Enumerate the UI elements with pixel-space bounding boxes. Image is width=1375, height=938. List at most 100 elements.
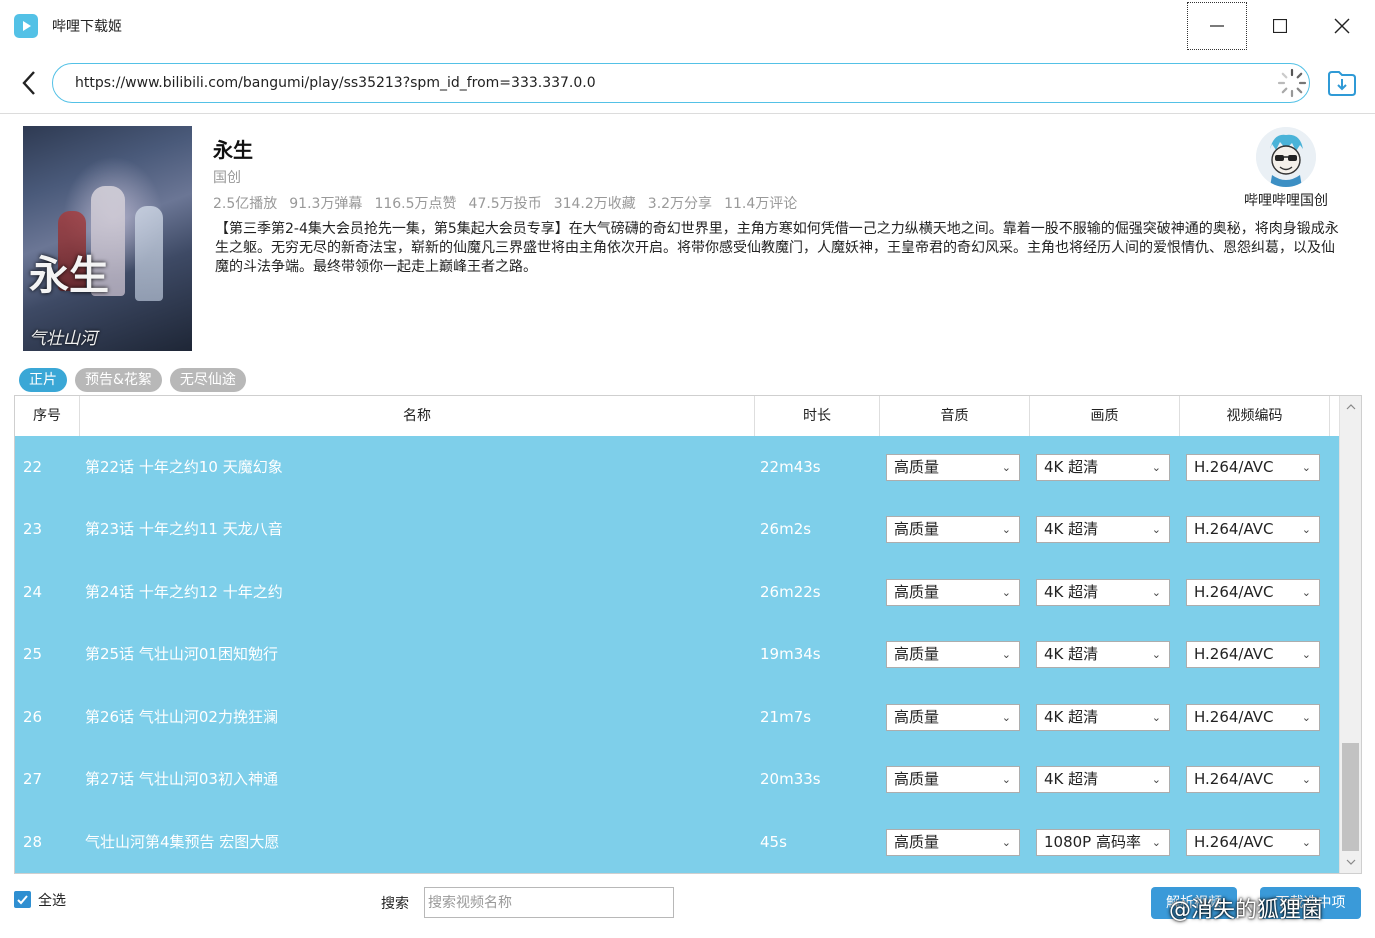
maximize-button[interactable] bbox=[1250, 2, 1310, 50]
video-quality-select[interactable]: 4K 超清 ⌄ bbox=[1036, 704, 1170, 731]
row-no: 28 bbox=[23, 833, 43, 851]
row-duration: 19m34s bbox=[760, 645, 821, 663]
audio-quality-select[interactable]: 高质量 ⌄ bbox=[886, 454, 1020, 481]
check-icon bbox=[17, 895, 28, 905]
chevron-down-icon: ⌄ bbox=[1001, 461, 1011, 474]
table-row[interactable]: 27 第27话 气壮山河03初入神通 20m33s 高质量 ⌄ 4K 超清 ⌄ H.… bbox=[15, 748, 1339, 810]
uploader-name[interactable]: 哔哩哔哩国创 bbox=[1236, 190, 1336, 210]
url-input[interactable] bbox=[52, 63, 1310, 103]
tab-trailers[interactable]: 预告&花絮 bbox=[75, 368, 162, 392]
row-duration: 21m7s bbox=[760, 708, 812, 726]
select-all-checkbox[interactable] bbox=[14, 891, 31, 908]
table-row[interactable]: 28 气壮山河第4集预告 宏图大愿 45s 高质量 ⌄ 1080P 高码率 ⌄ H.… bbox=[15, 811, 1339, 873]
stat-coins: 47.5万投币 bbox=[468, 196, 542, 212]
video-quality-select[interactable]: 4K 超清 ⌄ bbox=[1036, 579, 1170, 606]
video-quality-select[interactable]: 4K 超清 ⌄ bbox=[1036, 766, 1170, 793]
chevron-down-icon: ⌄ bbox=[1301, 836, 1311, 849]
row-name: 第27话 气壮山河03初入神通 bbox=[85, 770, 278, 788]
table-header: 序号 名称 时长 音质 画质 视频编码 bbox=[15, 396, 1347, 436]
audio-quality-select[interactable]: 高质量 ⌄ bbox=[886, 829, 1020, 856]
stat-likes: 116.5万点赞 bbox=[374, 196, 457, 212]
chevron-down-icon: ⌄ bbox=[1001, 523, 1011, 536]
search-label: 搜索 bbox=[381, 896, 409, 912]
codec-select[interactable]: H.264/AVC ⌄ bbox=[1186, 516, 1320, 543]
scroll-up-icon[interactable] bbox=[1340, 396, 1361, 418]
chevron-down-icon: ⌄ bbox=[1301, 523, 1311, 536]
search-input[interactable] bbox=[424, 887, 674, 918]
video-quality-select[interactable]: 4K 超清 ⌄ bbox=[1036, 454, 1170, 481]
video-quality-select[interactable]: 4K 超清 ⌄ bbox=[1036, 516, 1170, 543]
spinner-icon bbox=[1276, 67, 1308, 99]
table-row[interactable]: 22 第22话 十年之约10 天魔幻象 22m43s 高质量 ⌄ 4K 超清 ⌄ H… bbox=[15, 436, 1339, 498]
codec-select[interactable]: H.264/AVC ⌄ bbox=[1186, 454, 1320, 481]
url-bar bbox=[0, 52, 1375, 114]
table-row[interactable]: 24 第24话 十年之约12 十年之约 26m22s 高质量 ⌄ 4K 超清 ⌄ H… bbox=[15, 561, 1339, 623]
row-duration: 20m33s bbox=[760, 770, 821, 788]
codec-select[interactable]: H.264/AVC ⌄ bbox=[1186, 579, 1320, 606]
chevron-down-icon: ⌄ bbox=[1301, 711, 1311, 724]
video-quality-select[interactable]: 1080P 高码率 ⌄ bbox=[1036, 829, 1170, 856]
avatar[interactable] bbox=[1256, 127, 1316, 187]
table-row[interactable]: 26 第26话 气壮山河02力挽狂澜 21m7s 高质量 ⌄ 4K 超清 ⌄ H.2… bbox=[15, 686, 1339, 748]
table-row[interactable]: 25 第25话 气壮山河01困知勉行 19m34s 高质量 ⌄ 4K 超清 ⌄ H.… bbox=[15, 623, 1339, 685]
minimize-button[interactable] bbox=[1187, 2, 1247, 50]
chevron-down-icon: ⌄ bbox=[1001, 711, 1011, 724]
row-duration: 45s bbox=[760, 833, 787, 851]
chevron-down-icon: ⌄ bbox=[1301, 773, 1311, 786]
video-quality-select[interactable]: 4K 超清 ⌄ bbox=[1036, 641, 1170, 668]
row-no: 25 bbox=[23, 645, 43, 663]
chevron-down-icon: ⌄ bbox=[1151, 648, 1161, 661]
header-video[interactable]: 画质 bbox=[1030, 396, 1180, 436]
chevron-down-icon: ⌄ bbox=[1151, 586, 1161, 599]
chevron-down-icon: ⌄ bbox=[1151, 836, 1161, 849]
codec-select[interactable]: H.264/AVC ⌄ bbox=[1186, 766, 1320, 793]
row-name: 气壮山河第4集预告 宏图大愿 bbox=[85, 833, 280, 851]
tab-endless[interactable]: 无尽仙途 bbox=[169, 368, 246, 392]
table-row[interactable]: 23 第23话 十年之约11 天龙八音 26m2s 高质量 ⌄ 4K 超清 ⌄ H.… bbox=[15, 498, 1339, 560]
close-button[interactable] bbox=[1312, 2, 1372, 50]
video-title: 永生 bbox=[213, 138, 253, 162]
chevron-down-icon: ⌄ bbox=[1001, 773, 1011, 786]
audio-quality-select[interactable]: 高质量 ⌄ bbox=[886, 704, 1020, 731]
header-codec[interactable]: 视频编码 bbox=[1180, 396, 1330, 436]
row-duration: 26m22s bbox=[760, 583, 821, 601]
section-tabs: 正片 预告&花絮 无尽仙途 bbox=[19, 368, 246, 392]
audio-quality-select[interactable]: 高质量 ⌄ bbox=[886, 766, 1020, 793]
row-no: 27 bbox=[23, 770, 43, 788]
video-category: 国创 bbox=[213, 170, 241, 186]
download-folder-button[interactable] bbox=[1326, 67, 1358, 99]
select-all-label[interactable]: 全选 bbox=[38, 890, 66, 910]
back-button[interactable] bbox=[14, 66, 44, 100]
audio-quality-select[interactable]: 高质量 ⌄ bbox=[886, 579, 1020, 606]
chevron-down-icon: ⌄ bbox=[1001, 836, 1011, 849]
row-duration: 22m43s bbox=[760, 458, 821, 476]
row-name: 第24话 十年之约12 十年之约 bbox=[85, 583, 283, 601]
codec-select[interactable]: H.264/AVC ⌄ bbox=[1186, 641, 1320, 668]
audio-quality-select[interactable]: 高质量 ⌄ bbox=[886, 516, 1020, 543]
table-scrollbar[interactable] bbox=[1339, 396, 1361, 873]
header-duration[interactable]: 时长 bbox=[755, 396, 880, 436]
tab-main[interactable]: 正片 bbox=[19, 368, 67, 392]
cover-title-text: 永生 bbox=[29, 252, 109, 299]
row-duration: 26m2s bbox=[760, 520, 812, 538]
chevron-down-icon: ⌄ bbox=[1151, 461, 1161, 474]
audio-quality-select[interactable]: 高质量 ⌄ bbox=[886, 641, 1020, 668]
folder-download-icon bbox=[1328, 71, 1356, 96]
video-stats: 2.5亿播放 91.3万弹幕 116.5万点赞 47.5万投币 314.2万收藏… bbox=[213, 193, 797, 213]
cover-image: 永生 气壮山河 bbox=[23, 126, 192, 351]
scroll-thumb[interactable] bbox=[1342, 743, 1359, 851]
codec-select[interactable]: H.264/AVC ⌄ bbox=[1186, 829, 1320, 856]
header-audio[interactable]: 音质 bbox=[880, 396, 1030, 436]
scroll-down-icon[interactable] bbox=[1340, 851, 1361, 873]
row-name: 第22话 十年之约10 天魔幻象 bbox=[85, 458, 283, 476]
stat-shares: 3.2万分享 bbox=[647, 196, 713, 212]
header-no[interactable]: 序号 bbox=[15, 396, 80, 436]
title-bar: 哔哩下载姬 bbox=[0, 0, 1375, 52]
header-name[interactable]: 名称 bbox=[80, 396, 755, 436]
row-name: 第23话 十年之约11 天龙八音 bbox=[85, 520, 283, 538]
stat-favorites: 314.2万收藏 bbox=[553, 196, 636, 212]
cover-subtitle-text: 气壮山河 bbox=[29, 329, 97, 349]
chevron-down-icon: ⌄ bbox=[1001, 586, 1011, 599]
codec-select[interactable]: H.264/AVC ⌄ bbox=[1186, 704, 1320, 731]
play-logo-icon bbox=[14, 14, 38, 38]
